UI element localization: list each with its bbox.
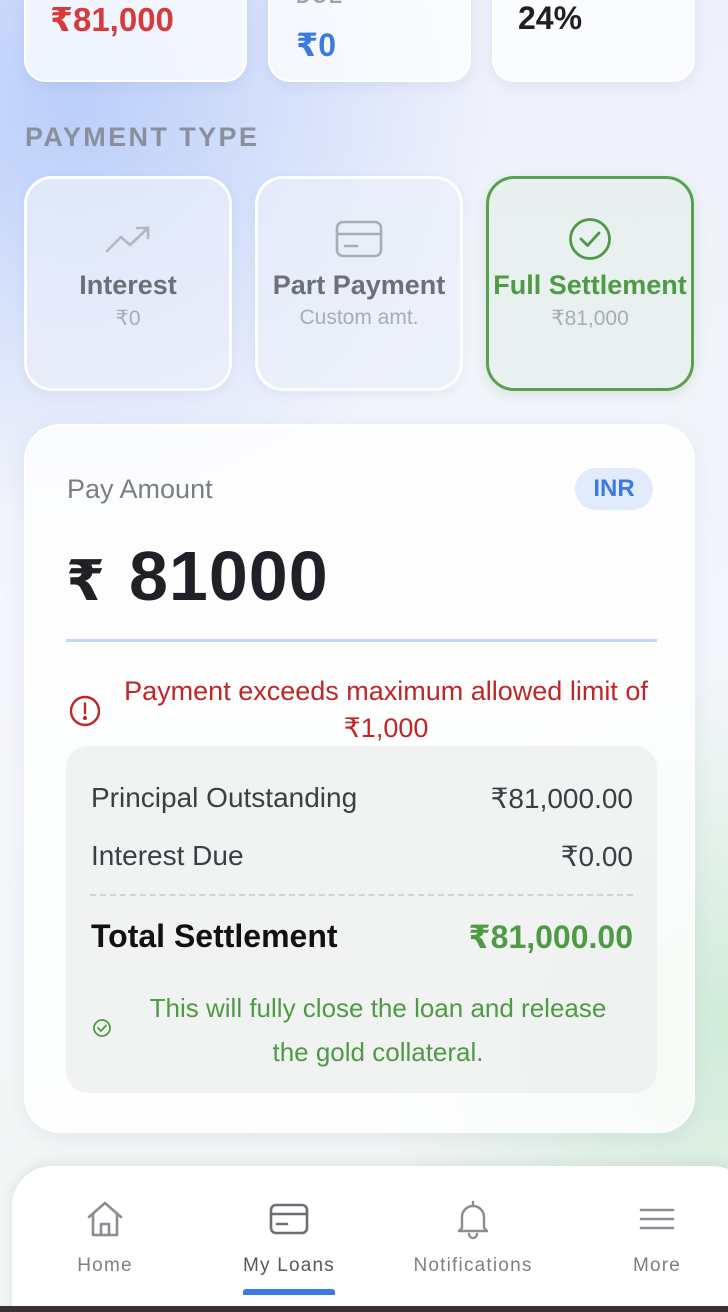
error-message: Payment exceeds maximum allowed limit of… — [124, 676, 648, 743]
settlement-note: This will fully close the loan and relea… — [149, 993, 607, 1067]
summary-outstanding-value: ₹81,000 — [50, 1, 174, 38]
summary-card-due: DUE ₹0 — [268, 0, 471, 82]
payment-type-sub: ₹81,000 — [551, 307, 629, 330]
breakdown-row-total: Total Settlement ₹81,000.00 — [91, 918, 633, 956]
summary-card-outstanding: ₹81,000 — [24, 0, 247, 82]
interest-label: Interest Due — [91, 840, 244, 871]
system-home-indicator-bar — [0, 1306, 728, 1312]
home-icon — [84, 1198, 126, 1245]
total-label: Total Settlement — [91, 918, 338, 954]
payment-type-sub: ₹0 — [115, 307, 141, 330]
credit-card-icon — [334, 217, 384, 261]
nav-label: My Loans — [243, 1255, 335, 1276]
bell-icon — [452, 1198, 494, 1245]
nav-label: Notifications — [413, 1255, 533, 1276]
bottom-nav: Home My Loans Notifications More — [12, 1166, 728, 1312]
amount-value: 81000 — [128, 537, 329, 615]
menu-icon — [636, 1198, 678, 1245]
nav-item-notifications[interactable]: Notifications — [388, 1198, 558, 1277]
currency-symbol: ₹ — [66, 549, 105, 612]
breakdown-row-principal: Principal Outstanding ₹81,000.00 — [91, 782, 633, 815]
total-value: ₹81,000.00 — [468, 919, 633, 955]
summary-due-label: DUE — [296, 0, 344, 9]
nav-active-indicator — [243, 1289, 335, 1295]
payment-type-sub: Custom amt. — [299, 306, 419, 329]
breakdown-divider — [90, 894, 633, 896]
nav-label: More — [632, 1255, 682, 1276]
amount-underline — [66, 639, 657, 642]
currency-chip: INR — [575, 468, 653, 510]
principal-value: ₹81,000.00 — [490, 783, 633, 814]
breakdown-row-interest: Interest Due ₹0.00 — [91, 840, 633, 873]
payment-type-part-payment[interactable]: Part Payment Custom amt. — [255, 176, 463, 391]
credit-card-icon — [268, 1198, 310, 1245]
pay-amount-label: Pay Amount — [67, 474, 213, 504]
interest-value: ₹0.00 — [560, 841, 633, 872]
payment-type-full-settlement[interactable]: Full Settlement ₹81,000 — [486, 176, 694, 391]
payment-type-title: PAYMENT TYPE — [25, 122, 260, 152]
nav-item-home[interactable]: Home — [20, 1198, 190, 1277]
payment-type-label: Interest — [79, 270, 177, 300]
pay-amount-card: Pay Amount INR ₹ 81000 Payment exceeds m… — [24, 424, 695, 1133]
nav-label: Home — [77, 1255, 133, 1276]
summary-card-rate: 24% — [492, 0, 695, 82]
error-icon — [68, 694, 102, 733]
check-circle-icon — [92, 1018, 112, 1043]
trending-up-icon — [104, 217, 152, 261]
check-circle-icon — [567, 217, 613, 261]
amount-input[interactable]: ₹ 81000 — [66, 536, 329, 616]
payment-type-interest[interactable]: Interest ₹0 — [24, 176, 232, 391]
payment-type-label: Full Settlement — [493, 270, 687, 300]
settlement-breakdown: Principal Outstanding ₹81,000.00 Interes… — [66, 746, 657, 1093]
payment-type-label: Part Payment — [272, 270, 446, 300]
nav-item-my-loans[interactable]: My Loans — [204, 1198, 374, 1277]
summary-due-value: ₹0 — [296, 27, 337, 63]
summary-rate-value: 24% — [518, 0, 583, 36]
screen: ₹81,000 DUE ₹0 24% PAYMENT TYPE Interest… — [0, 0, 728, 1312]
nav-item-more[interactable]: More — [572, 1198, 728, 1277]
principal-label: Principal Outstanding — [91, 782, 358, 813]
